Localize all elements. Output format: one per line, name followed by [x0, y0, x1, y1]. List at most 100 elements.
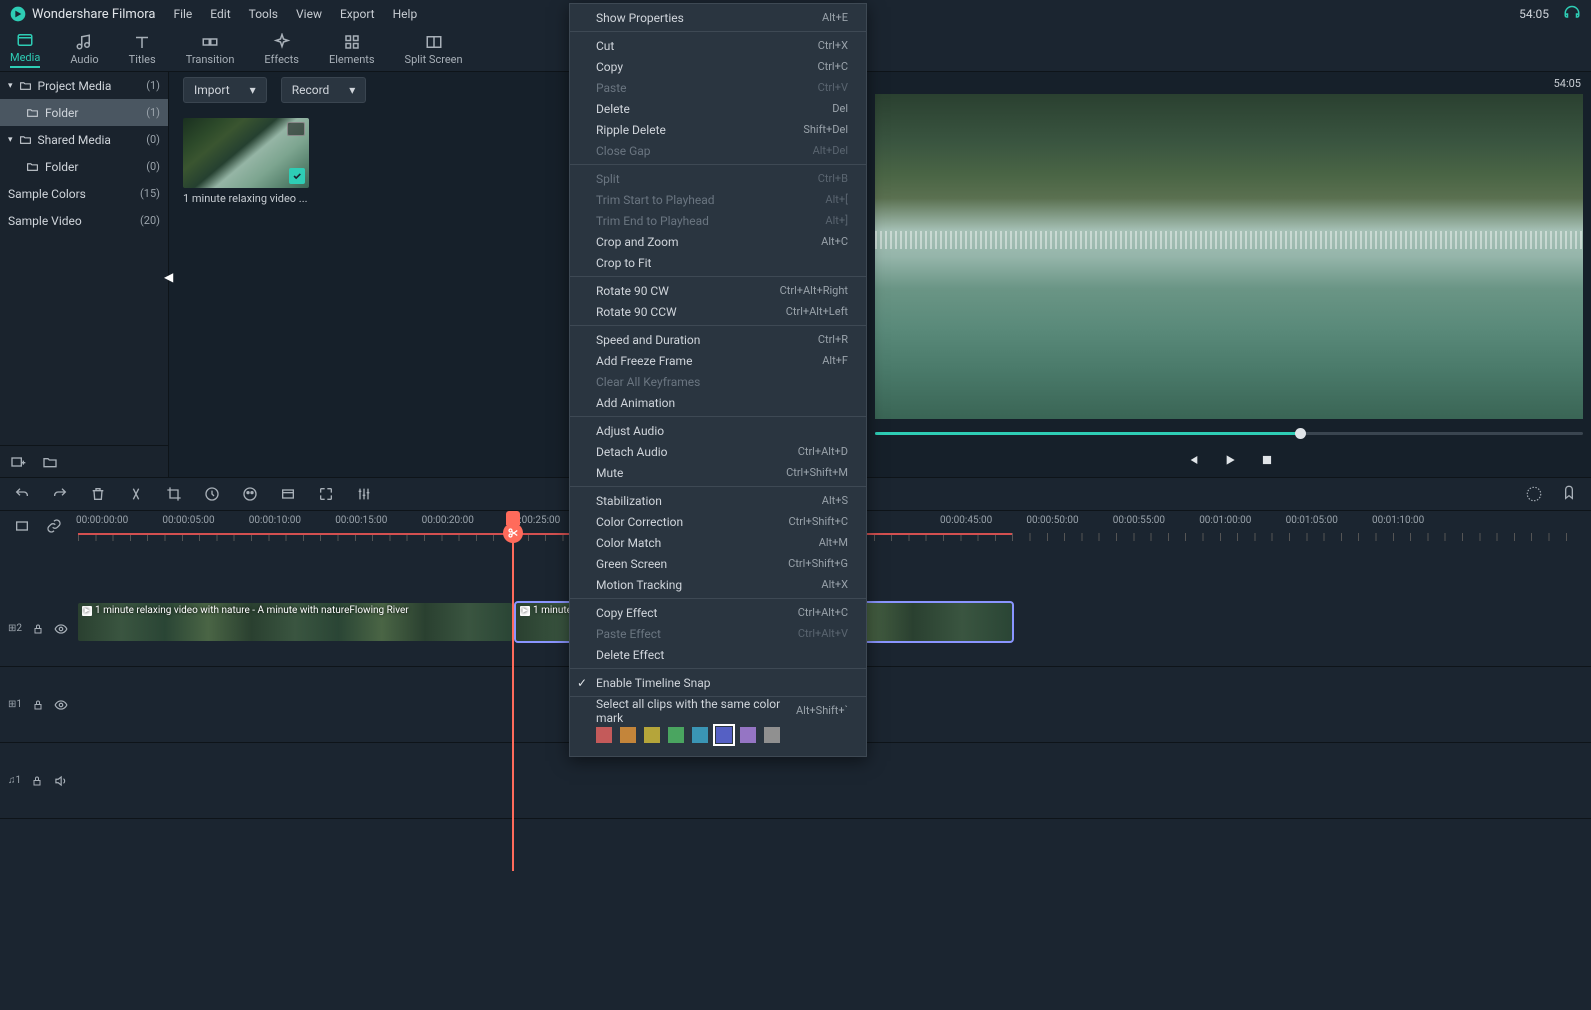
ruler-tick: 00:00:05:00 [162, 515, 214, 526]
play-button[interactable] [1222, 452, 1238, 468]
speed-icon[interactable] [204, 486, 220, 502]
ctx-cut[interactable]: CutCtrl+X [570, 35, 866, 56]
mixer-icon[interactable] [356, 486, 372, 502]
delete-icon[interactable] [90, 486, 106, 502]
lock-icon[interactable] [32, 699, 44, 711]
ctx-add-animation[interactable]: Add Animation [570, 392, 866, 413]
preview-viewport[interactable] [875, 94, 1583, 419]
filmora-logo-icon [10, 6, 26, 22]
ruler-tick: 00:00:50:00 [1026, 515, 1078, 526]
render-preview-icon[interactable] [1525, 485, 1543, 503]
menu-file[interactable]: File [173, 7, 192, 21]
ctx-rotate-90-ccw[interactable]: Rotate 90 CCWCtrl+Alt+Left [570, 301, 866, 322]
tab-transition[interactable]: Transition [186, 33, 235, 66]
ctx-crop-to-fit[interactable]: Crop to Fit [570, 252, 866, 273]
ctx-enable-timeline-snap[interactable]: ✓Enable Timeline Snap [570, 672, 866, 693]
new-folder-icon[interactable] [10, 454, 26, 470]
ctx-add-freeze-frame[interactable]: Add Freeze FrameAlt+F [570, 350, 866, 371]
ruler-tick: 00:00:55:00 [1113, 515, 1165, 526]
prev-frame-button[interactable] [1184, 452, 1200, 468]
split-icon[interactable] [128, 486, 144, 502]
ctx-copy[interactable]: CopyCtrl+C [570, 56, 866, 77]
color-swatch[interactable] [692, 727, 708, 743]
expand-icon[interactable] [318, 486, 334, 502]
import-dropdown[interactable]: Import▾ [183, 77, 267, 103]
lock-icon[interactable] [32, 623, 44, 635]
tab-split-screen[interactable]: Split Screen [405, 33, 463, 66]
redo-icon[interactable] [52, 486, 68, 502]
ctx-trim-end-to-playhead: Trim End to PlayheadAlt+] [570, 210, 866, 231]
stop-button[interactable] [1260, 453, 1274, 467]
ctx-stabilization[interactable]: StabilizationAlt+S [570, 490, 866, 511]
color-swatch[interactable] [644, 727, 660, 743]
ctx-clear-all-keyframes: Clear All Keyframes [570, 371, 866, 392]
ctx-adjust-audio[interactable]: Adjust Audio [570, 420, 866, 441]
ctx-detach-audio[interactable]: Detach AudioCtrl+Alt+D [570, 441, 866, 462]
ctx-color-match[interactable]: Color MatchAlt+M [570, 532, 866, 553]
ctx-copy-effect[interactable]: Copy EffectCtrl+Alt+C [570, 602, 866, 623]
ruler-tick: 00:00:00:00 [76, 515, 128, 526]
tree-row[interactable]: Sample Colors(15) [0, 180, 168, 207]
ctx-select-all-clips-with-the-same-color-mark[interactable]: Select all clips with the same color mar… [570, 700, 866, 721]
tab-titles[interactable]: Titles [129, 33, 156, 66]
ctx-paste-effect: Paste EffectCtrl+Alt+V [570, 623, 866, 644]
timeline-link-icon[interactable] [46, 518, 62, 534]
record-dropdown[interactable]: Record▾ [281, 77, 367, 103]
color-swatch[interactable] [716, 727, 732, 743]
color-swatch[interactable] [596, 727, 612, 743]
ctx-show-properties[interactable]: Show PropertiesAlt+E [570, 7, 866, 28]
timeline-fit-icon[interactable] [14, 518, 30, 534]
tree-row[interactable]: Sample Video(20) [0, 207, 168, 234]
tree-row[interactable]: Folder(1) [0, 99, 168, 126]
media-thumbnail[interactable]: 1 minute relaxing video ... [183, 118, 309, 205]
tab-audio[interactable]: Audio [70, 33, 98, 66]
tree-row[interactable]: ▾Project Media(1) [0, 72, 168, 99]
ruler-tick: 00:00:20:00 [422, 515, 474, 526]
timeline-playhead[interactable] [512, 541, 514, 871]
ctx-delete-effect[interactable]: Delete Effect [570, 644, 866, 665]
thumb-marker-icon [287, 122, 305, 136]
tab-effects[interactable]: Effects [264, 33, 299, 66]
color-icon[interactable] [242, 486, 258, 502]
ctx-close-gap: Close GapAlt+Del [570, 140, 866, 161]
tab-elements[interactable]: Elements [329, 33, 375, 66]
color-swatch[interactable] [620, 727, 636, 743]
marker-icon[interactable] [1561, 485, 1577, 501]
menu-export[interactable]: Export [340, 7, 375, 21]
timeline-clip[interactable]: ▸1 minute relaxing video with nature - A… [78, 603, 512, 641]
ctx-crop-and-zoom[interactable]: Crop and ZoomAlt+C [570, 231, 866, 252]
ctx-delete[interactable]: DeleteDel [570, 98, 866, 119]
eye-icon[interactable] [54, 698, 68, 712]
ctx-green-screen[interactable]: Green ScreenCtrl+Shift+G [570, 553, 866, 574]
lock-icon[interactable] [31, 775, 43, 787]
undo-icon[interactable] [14, 486, 30, 502]
speaker-icon[interactable] [53, 774, 67, 788]
thumb-used-check-icon [289, 168, 305, 184]
folder-icon[interactable] [42, 454, 58, 470]
ctx-mute[interactable]: MuteCtrl+Shift+M [570, 462, 866, 483]
ctx-rotate-90-cw[interactable]: Rotate 90 CWCtrl+Alt+Right [570, 280, 866, 301]
ctx-trim-start-to-playhead: Trim Start to PlayheadAlt+[ [570, 189, 866, 210]
menu-help[interactable]: Help [393, 7, 418, 21]
tab-media[interactable]: Media [10, 31, 40, 68]
eye-icon[interactable] [54, 622, 68, 636]
tree-row[interactable]: ▾Shared Media(0) [0, 126, 168, 153]
crop-icon[interactable] [166, 486, 182, 502]
color-swatch[interactable] [764, 727, 780, 743]
support-headset-icon[interactable] [1563, 5, 1581, 23]
scissors-icon[interactable] [503, 523, 523, 543]
color-swatch[interactable] [668, 727, 684, 743]
color-swatch[interactable] [740, 727, 756, 743]
render-icon[interactable] [280, 486, 296, 502]
panel-collapse-arrow[interactable]: ◀ [164, 270, 173, 284]
ctx-ripple-delete[interactable]: Ripple DeleteShift+Del [570, 119, 866, 140]
menu-tools[interactable]: Tools [249, 7, 278, 21]
menu-edit[interactable]: Edit [210, 7, 230, 21]
preview-scrubber[interactable] [875, 423, 1583, 443]
menu-view[interactable]: View [296, 7, 322, 21]
preview-panel: 54:05 [867, 72, 1591, 477]
ctx-color-correction[interactable]: Color CorrectionCtrl+Shift+C [570, 511, 866, 532]
tree-row[interactable]: Folder(0) [0, 153, 168, 180]
ctx-motion-tracking[interactable]: Motion TrackingAlt+X [570, 574, 866, 595]
ctx-speed-and-duration[interactable]: Speed and DurationCtrl+R [570, 329, 866, 350]
